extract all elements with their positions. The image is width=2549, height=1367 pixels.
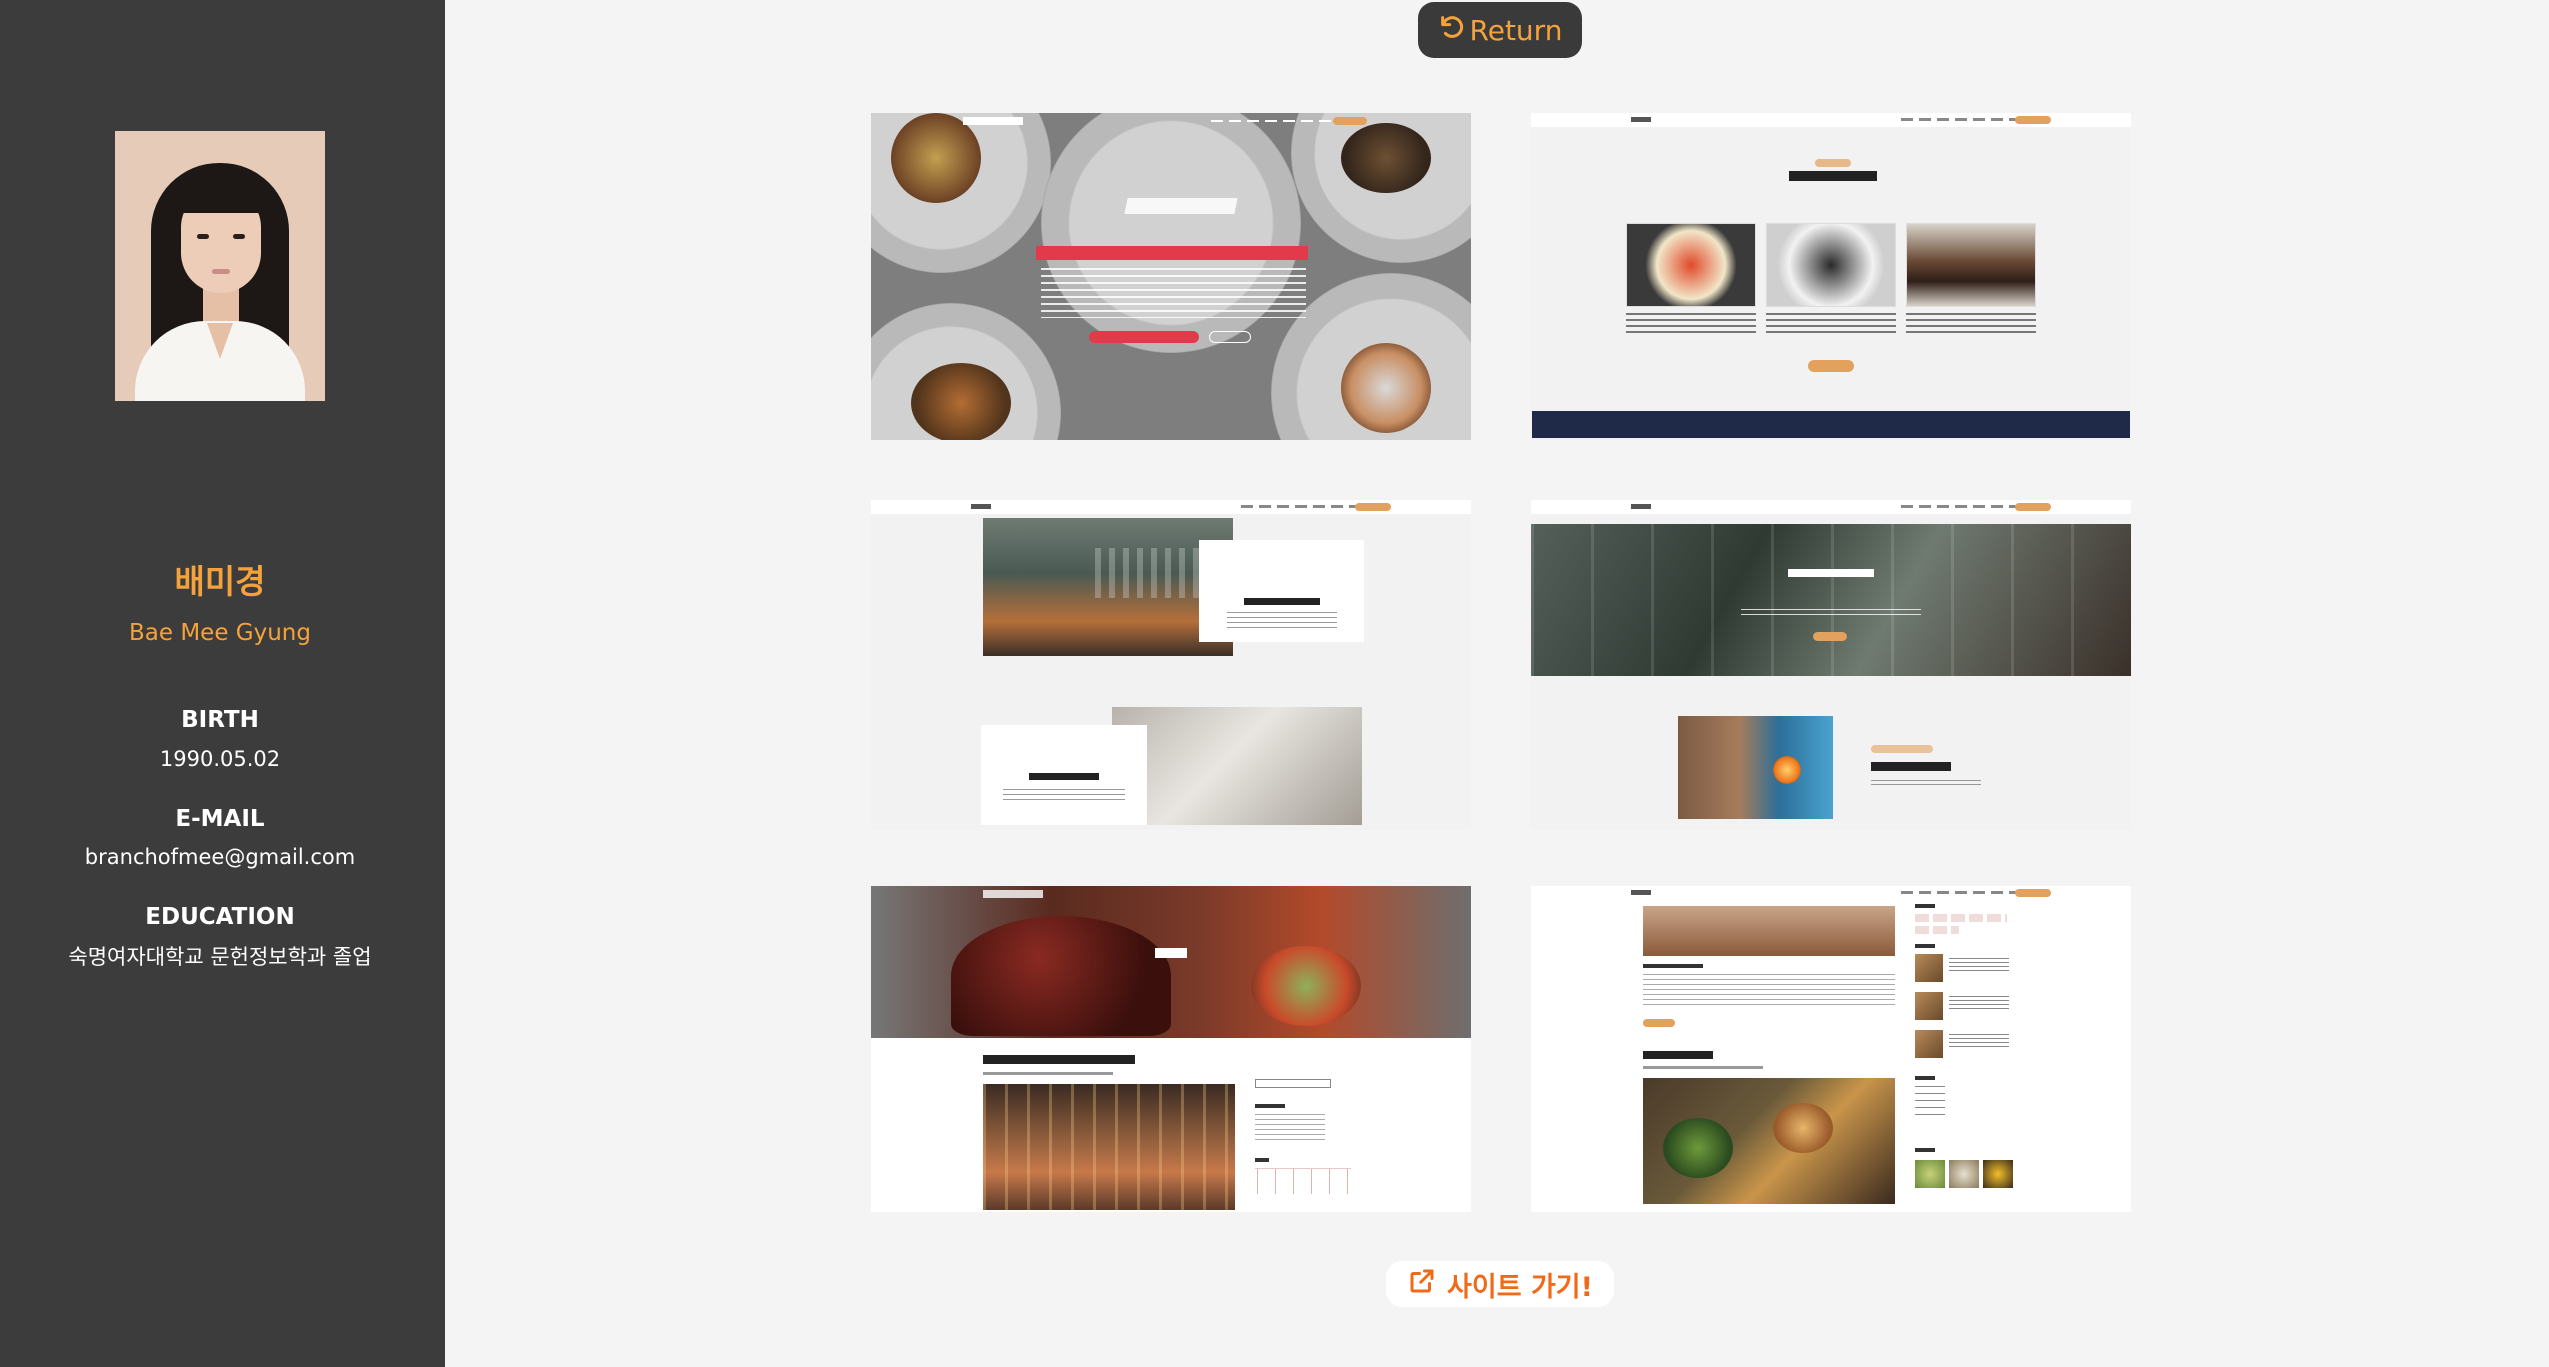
profile-photo	[115, 131, 325, 401]
return-button[interactable]: Return	[1418, 2, 1582, 58]
return-label: Return	[1469, 13, 1563, 47]
thumbnail-book-table[interactable]	[1531, 500, 2131, 830]
name-korean: 배미경	[174, 562, 266, 601]
name-english: Bae Mee Gyung	[129, 620, 311, 646]
birth-label: BIRTH	[181, 707, 259, 733]
thumbnail-blog[interactable]	[871, 886, 1471, 1212]
undo-arrow-icon	[1438, 13, 1466, 48]
visit-site-button[interactable]: 사이트 가기!	[1386, 1261, 1614, 1307]
profile-sidebar: 배미경 Bae Mee Gyung BIRTH 1990.05.02 E-MAI…	[0, 0, 445, 1367]
education-value: 숙명여자대학교 문헌정보학과 졸업	[68, 945, 372, 969]
external-link-icon	[1407, 1266, 1437, 1303]
email-label: E-MAIL	[175, 806, 265, 832]
visit-site-label: 사이트 가기!	[1447, 1271, 1593, 1303]
thumbnail-blog-sidebar[interactable]	[1531, 886, 2131, 1212]
thumbnail-home-hero[interactable]	[871, 113, 1471, 440]
birth-value: 1990.05.02	[159, 747, 281, 771]
education-label: EDUCATION	[145, 904, 295, 930]
thumbnail-interior-fresh-food[interactable]	[871, 500, 1471, 830]
thumbnail-special-dishes[interactable]	[1531, 113, 2131, 440]
email-value: branchofmee@gmail.com	[84, 845, 356, 869]
